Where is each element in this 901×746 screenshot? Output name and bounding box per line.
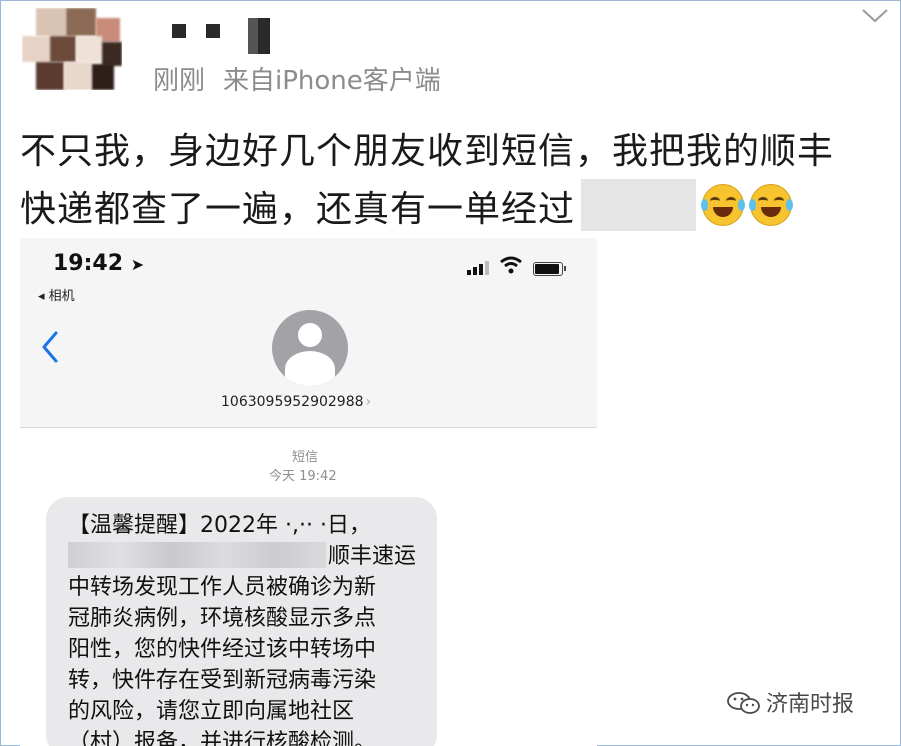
username-redacted[interactable] — [172, 18, 292, 54]
redacted-block — [68, 542, 326, 568]
post-source[interactable]: 来自iPhone客户端 — [223, 66, 441, 96]
back-to-app-label: ◂ 相机 — [38, 289, 75, 304]
status-time: 19:42 ➤ — [53, 251, 145, 276]
redacted-block — [581, 179, 697, 231]
post-time: 刚刚 — [153, 66, 206, 96]
watermark: 济南时报 — [726, 686, 854, 718]
message-line: 的风险，请您立即向属地社区 — [68, 699, 355, 724]
avatar[interactable] — [22, 8, 122, 90]
watermark-text: 济南时报 — [766, 692, 855, 717]
message-line: 【温馨提醒】2022年 ·,·· ·日， — [68, 513, 371, 538]
chevron-right-icon: › — [365, 394, 372, 410]
sms-timestamp: 今天 19:42 — [269, 469, 337, 484]
laughing-crying-emoji-icon — [701, 184, 746, 226]
post-meta: 刚刚 来自iPhone客户端 — [153, 60, 441, 97]
sms-header: 19:42 ➤ ◂ 相机 1063095952902988 › — [20, 238, 597, 428]
message-line: 转，快件存在受到新冠病毒污染 — [68, 668, 377, 693]
contact-avatar-icon[interactable] — [272, 310, 348, 386]
cellular-signal-icon — [467, 259, 489, 275]
laughing-crying-emoji-icon — [749, 184, 794, 226]
embedded-sms-screenshot[interactable]: 19:42 ➤ ◂ 相机 1063095952902988 › 短信 今天 19:… — [20, 238, 597, 746]
post-text-line1: 不只我，身边好几个朋友收到短信，我把我的顺丰 — [20, 131, 835, 172]
message-line: （村）报备，并进行核酸检测。 — [68, 730, 377, 746]
sms-service-label: 短信 — [292, 450, 319, 465]
wifi-icon — [500, 256, 522, 274]
message-bubble[interactable]: 【温馨提醒】2022年 ·,·· ·日， 顺丰速运 中转场发现工作人员被确诊为新… — [46, 497, 437, 746]
location-arrow-icon: ➤ — [130, 255, 145, 274]
back-chevron-icon[interactable] — [40, 330, 60, 364]
message-line: 顺丰速运 — [68, 538, 416, 570]
battery-icon — [533, 262, 566, 276]
chevron-down-icon[interactable] — [859, 6, 891, 26]
wechat-icon — [727, 692, 760, 714]
post-text-line2: 快递都查了一遍，还真有一单经过 — [20, 179, 794, 237]
message-line: 冠肺炎病例，环境核酸显示多点 — [68, 606, 377, 631]
sender-number[interactable]: 1063095952902988 › — [221, 394, 371, 410]
post-text-line2-text: 快递都查了一遍，还真有一单经过 — [20, 189, 576, 230]
message-line: 阳性，您的快件经过该中转场中 — [68, 637, 377, 662]
message-line: 中转场发现工作人员被确诊为新 — [68, 575, 377, 600]
